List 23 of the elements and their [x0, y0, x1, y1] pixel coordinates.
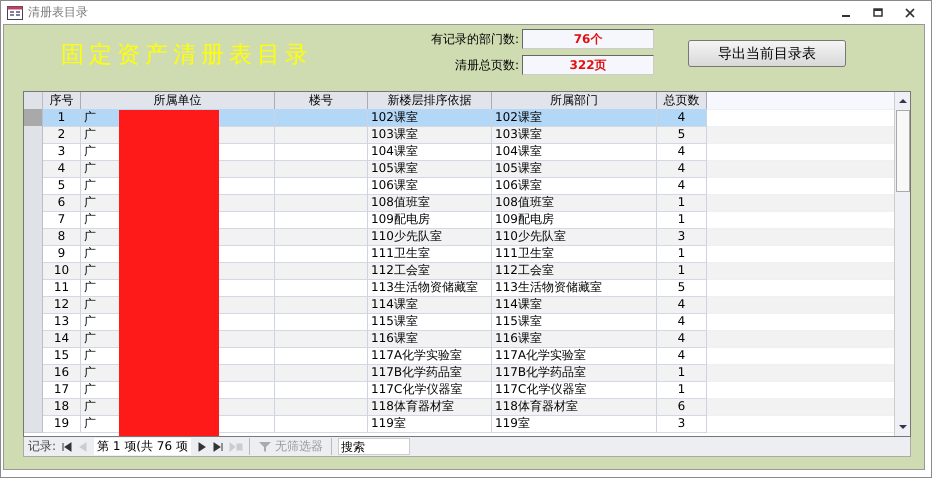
form-icon: [7, 6, 23, 20]
table-cell: 119室: [492, 415, 657, 433]
table-cell: 3: [657, 415, 707, 433]
scrollbar-thumb[interactable]: [896, 110, 910, 192]
table-cell: 4: [657, 109, 707, 127]
row-selector[interactable]: [24, 109, 43, 127]
summary-label: 有记录的部门数:: [431, 30, 520, 48]
maximize-icon[interactable]: [873, 8, 883, 18]
table-cell: 102课室: [368, 109, 492, 127]
export-button[interactable]: 导出当前目录表: [688, 40, 846, 67]
summary-value-field: 76个: [522, 29, 654, 49]
table-cell: 102课室: [492, 109, 657, 127]
vertical-scrollbar[interactable]: [894, 92, 910, 436]
table-cell: 1: [43, 109, 81, 127]
row-selector[interactable]: [24, 415, 43, 433]
summary-label: 清册总页数:: [455, 56, 520, 74]
close-icon[interactable]: [905, 8, 915, 18]
table-cell: 19: [43, 415, 81, 433]
form-heading: 固定资产清册表目录: [61, 41, 314, 70]
table-cell: 119室: [368, 415, 492, 433]
window-title: 清册表目录: [28, 4, 88, 21]
row-selector[interactable]: [24, 126, 43, 144]
summary-value-field: 322页: [522, 55, 654, 75]
